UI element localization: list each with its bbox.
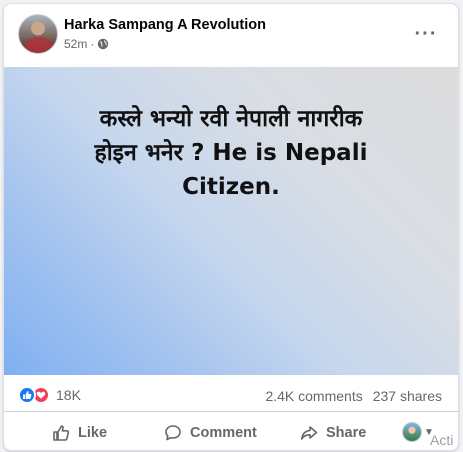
windows-activation-watermark: Acti xyxy=(430,432,454,448)
post-stats-bar: 18K 2.4K comments 237 shares xyxy=(4,376,458,412)
thumbs-up-icon xyxy=(53,425,70,441)
post-image-text: कस्ले भन्यो रवी नेपाली नागरीक होइन भनेर … xyxy=(24,102,438,204)
comment-button[interactable]: Comment xyxy=(164,416,257,450)
post-action-bar: Like Comment Share ▼ xyxy=(4,414,458,452)
like-reaction-icon xyxy=(18,386,36,404)
shares-count-link[interactable]: 237 shares xyxy=(373,388,442,404)
post-text-line-2: होइन भनेर ? He is Nepali xyxy=(94,140,368,166)
author-name[interactable]: Harka Sampang A Revolution xyxy=(64,17,266,33)
post-text-line-3: Citizen. xyxy=(182,174,280,200)
globe-icon[interactable] xyxy=(97,38,109,50)
share-button[interactable]: Share xyxy=(300,416,366,450)
like-label: Like xyxy=(78,425,108,441)
meta-separator: · xyxy=(90,37,95,51)
post-text-line-1: कस्ले भन्यो रवी नेपाली नागरीक xyxy=(99,106,363,132)
engagement-counts: 2.4K comments 237 shares xyxy=(265,388,442,404)
more-horizontal-icon: ··· xyxy=(414,23,438,45)
reactions-count: 18K xyxy=(56,387,81,403)
post-header: Harka Sampang A Revolution 52m · ··· xyxy=(4,4,458,66)
post-timestamp[interactable]: 52m xyxy=(64,37,87,51)
share-label: Share xyxy=(326,425,367,441)
comments-count-link[interactable]: 2.4K comments xyxy=(265,388,362,404)
post-card: Harka Sampang A Revolution 52m · ··· कस्… xyxy=(3,3,459,451)
page-avatar xyxy=(402,422,422,442)
like-button[interactable]: Like xyxy=(52,416,107,450)
author-avatar[interactable] xyxy=(18,14,58,54)
post-meta: 52m · xyxy=(64,37,109,51)
comment-bubble-icon xyxy=(165,425,181,441)
share-arrow-icon xyxy=(301,426,318,440)
more-options-button[interactable]: ··· xyxy=(410,18,442,50)
comment-label: Comment xyxy=(190,425,257,441)
reactions-summary[interactable]: 18K xyxy=(18,386,81,404)
